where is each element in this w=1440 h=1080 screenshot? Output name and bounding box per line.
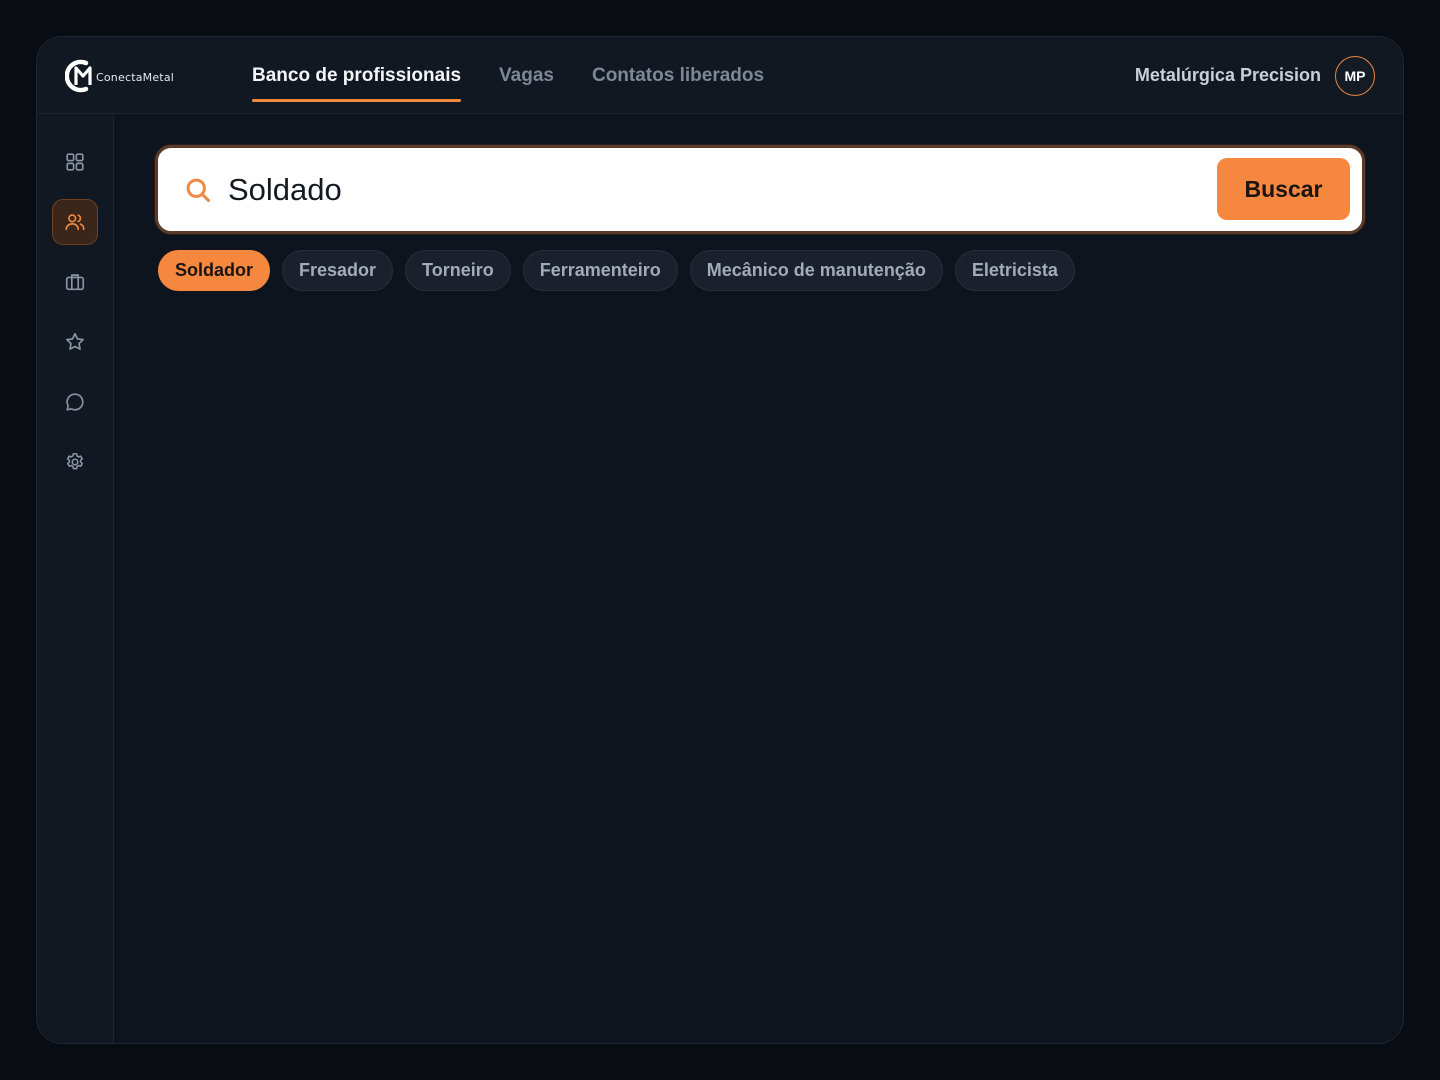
settings-icon <box>66 452 84 470</box>
main-nav: Banco de profissionais Vagas Contatos li… <box>252 37 802 114</box>
app-window: ConectaMetal Banco de profissionais Vaga… <box>36 36 1404 1044</box>
chip-ferramenteiro[interactable]: Ferramenteiro <box>522 250 678 291</box>
search-input[interactable] <box>228 162 1128 218</box>
company-name[interactable]: Metalúrgica Precision <box>1135 37 1321 114</box>
sidebar-item-professionals[interactable] <box>52 199 98 245</box>
sidebar-item-jobs[interactable] <box>52 259 98 305</box>
chip-torneiro[interactable]: Torneiro <box>405 250 511 291</box>
sidebar-item-settings[interactable] <box>52 439 98 485</box>
chip-soldador[interactable]: Soldador <box>158 250 271 291</box>
cm-logo-icon <box>65 59 92 93</box>
chip-eletricista[interactable]: Eletricista <box>954 250 1075 291</box>
suggestion-chips: Soldador Fresador Torneiro Ferramenteiro… <box>158 250 1075 291</box>
chat-icon <box>66 393 84 411</box>
tab-banco-de-profissionais[interactable]: Banco de profissionais <box>252 37 462 114</box>
tab-vagas[interactable]: Vagas <box>499 37 554 114</box>
logo[interactable]: ConectaMetal <box>65 57 174 95</box>
grid-icon <box>66 153 84 171</box>
briefcase-icon <box>65 274 85 291</box>
sidebar <box>37 114 114 1043</box>
avatar[interactable]: MP <box>1335 56 1375 96</box>
tab-contatos-liberados[interactable]: Contatos liberados <box>592 37 764 114</box>
top-bar: ConectaMetal Banco de profissionais Vaga… <box>37 37 1403 114</box>
search-icon <box>186 178 211 203</box>
sidebar-item-favorites[interactable] <box>52 319 98 365</box>
chip-fresador[interactable]: Fresador <box>282 250 394 291</box>
users-icon <box>65 214 85 231</box>
logo-text: ConectaMetal <box>96 70 175 84</box>
search-button[interactable]: Buscar <box>1217 158 1350 220</box>
sidebar-item-messages[interactable] <box>52 379 98 425</box>
search-bar: Buscar <box>155 145 1365 234</box>
chip-mecanico-de-manutencao[interactable]: Mecânico de manutenção <box>689 250 943 291</box>
sidebar-item-dashboard[interactable] <box>52 139 98 185</box>
star-icon <box>66 332 84 350</box>
